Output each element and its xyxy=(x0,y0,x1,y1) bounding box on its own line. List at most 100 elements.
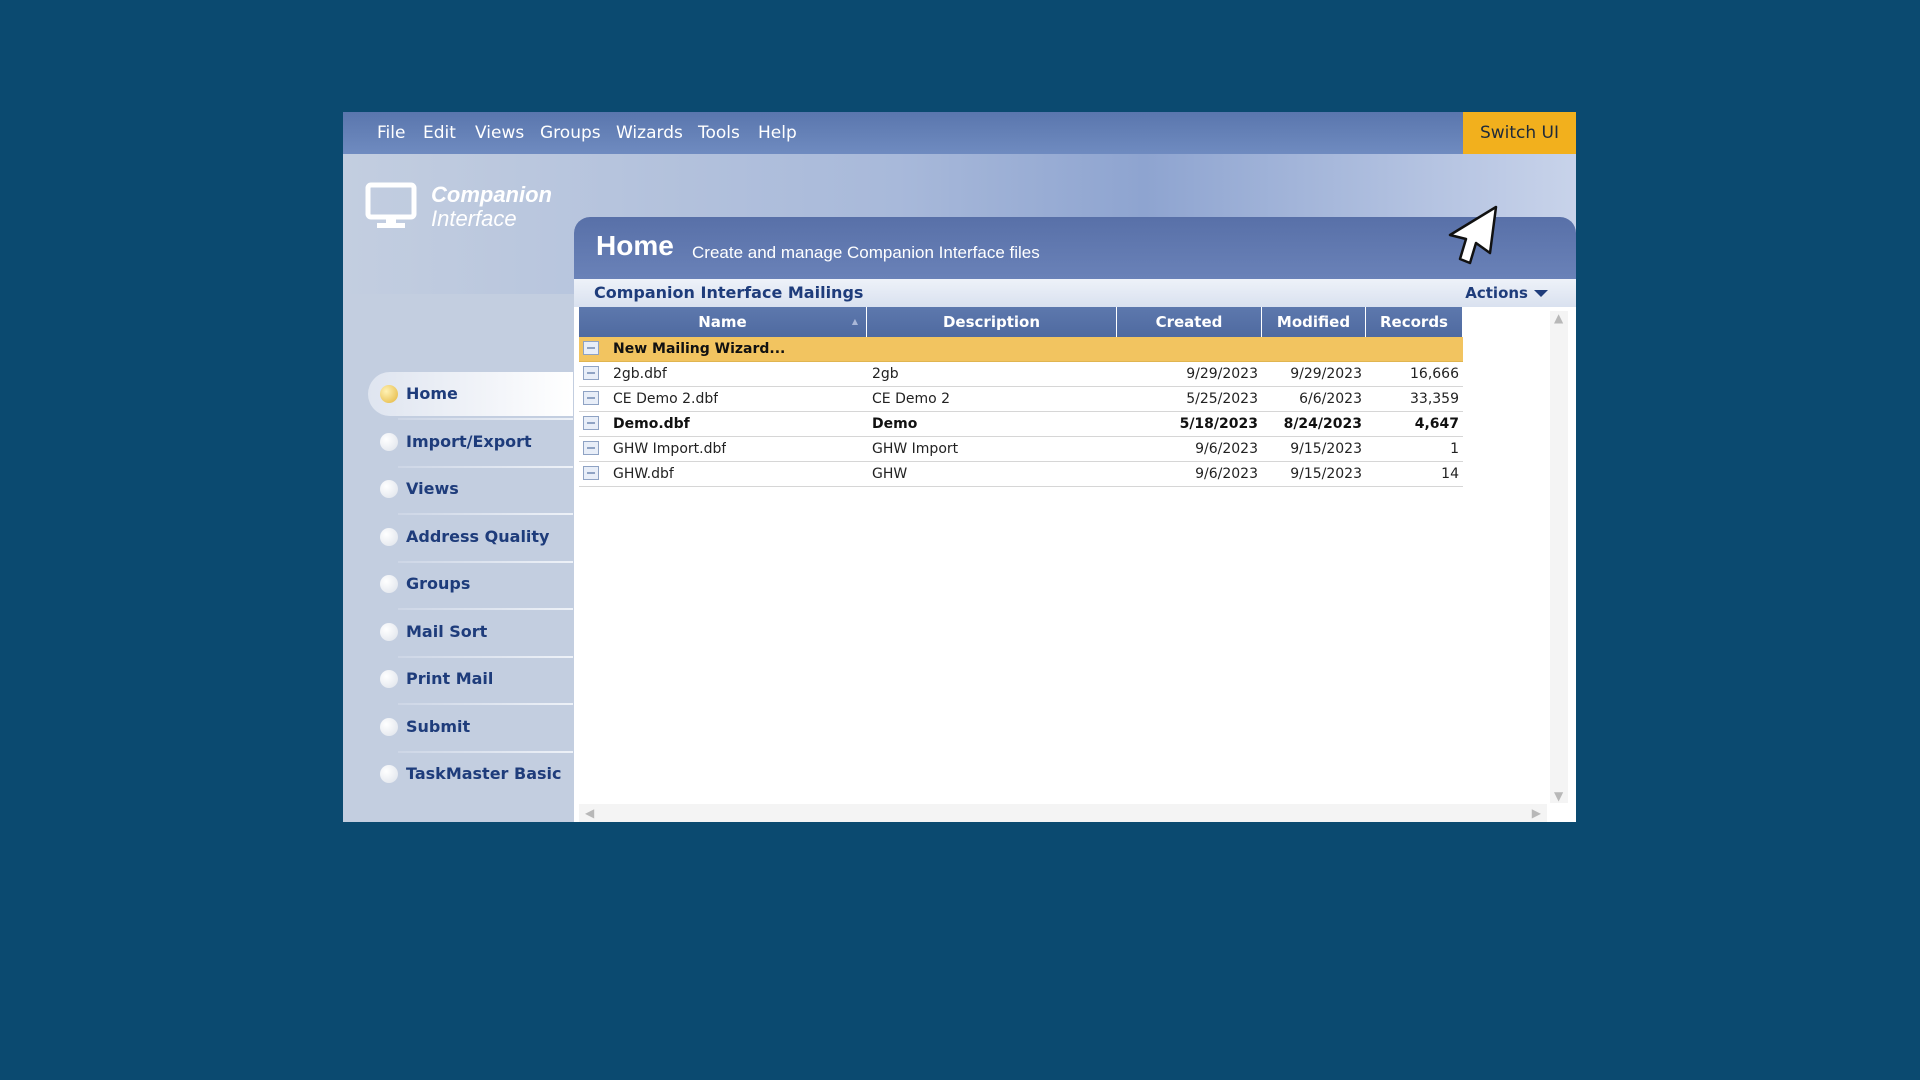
file-icon xyxy=(583,441,599,455)
cell-records: 1 xyxy=(1450,441,1459,457)
sidebar-item-print-mail[interactable]: Print Mail xyxy=(368,657,573,701)
table-row[interactable]: GHW Import.dbf GHW Import 9/6/2023 9/15/… xyxy=(579,437,1463,462)
cell-name: GHW Import.dbf xyxy=(613,441,727,457)
sidebar-item-label: Groups xyxy=(406,574,471,593)
cell-created: 9/29/2023 xyxy=(1186,366,1258,382)
sidebar-item-label: TaskMaster Basic xyxy=(406,764,562,783)
nav-bullet-icon xyxy=(380,575,398,593)
logo-text-interface: Interface xyxy=(431,206,517,231)
sidebar-item-label: Address Quality xyxy=(406,527,550,546)
menu-file[interactable]: File xyxy=(377,112,405,154)
actions-dropdown[interactable]: Actions xyxy=(1465,279,1548,307)
monitor-icon xyxy=(365,182,417,228)
file-icon xyxy=(583,391,599,405)
cell-modified: 8/24/2023 xyxy=(1283,416,1362,432)
table-row[interactable]: CE Demo 2.dbf CE Demo 2 5/25/2023 6/6/20… xyxy=(579,387,1463,412)
column-header-label: Records xyxy=(1380,313,1448,331)
cell-records: 33,359 xyxy=(1410,391,1459,407)
table-row[interactable]: Demo.dbf Demo 5/18/2023 8/24/2023 4,647 xyxy=(579,412,1463,437)
mouse-pointer-icon xyxy=(1448,205,1498,265)
menu-groups[interactable]: Groups xyxy=(540,112,601,154)
column-header-name[interactable]: Name ▲ xyxy=(579,307,867,337)
cell-name: CE Demo 2.dbf xyxy=(613,391,719,407)
menu-help[interactable]: Help xyxy=(758,112,797,154)
cell-modified: 9/15/2023 xyxy=(1290,441,1362,457)
column-header-records[interactable]: Records xyxy=(1366,307,1463,337)
sidebar-item-mail-sort[interactable]: Mail Sort xyxy=(368,610,573,654)
cell-created: 5/18/2023 xyxy=(1179,416,1258,432)
sidebar-item-label: Mail Sort xyxy=(406,622,488,641)
wizard-label: New Mailing Wizard... xyxy=(613,341,786,357)
cell-description: Demo xyxy=(872,416,918,432)
cell-description: CE Demo 2 xyxy=(872,391,951,407)
file-icon xyxy=(583,416,599,430)
page-subtitle: Create and manage Companion Interface fi… xyxy=(692,243,1040,262)
column-header-modified[interactable]: Modified xyxy=(1262,307,1366,337)
sidebar-item-groups[interactable]: Groups xyxy=(368,562,573,606)
sidebar-item-address-quality[interactable]: Address Quality xyxy=(368,515,573,559)
cell-modified: 6/6/2023 xyxy=(1299,391,1362,407)
column-header-created[interactable]: Created xyxy=(1117,307,1262,337)
new-mailing-wizard-row[interactable]: New Mailing Wizard... xyxy=(579,337,1463,362)
table-row[interactable]: 2gb.dbf 2gb 9/29/2023 9/29/2023 16,666 xyxy=(579,362,1463,387)
horizontal-scrollbar[interactable]: ◀ ▶ xyxy=(579,804,1547,822)
cell-created: 9/6/2023 xyxy=(1195,441,1258,457)
vertical-scrollbar[interactable]: ▲ ▼ xyxy=(1550,311,1568,803)
nav-bullet-icon xyxy=(380,385,398,403)
cell-name: GHW.dbf xyxy=(613,466,674,482)
file-icon xyxy=(583,366,599,380)
nav-bullet-icon xyxy=(380,480,398,498)
actions-label: Actions xyxy=(1465,284,1528,302)
section-title: Companion Interface Mailings xyxy=(594,283,864,302)
nav-bullet-icon xyxy=(380,718,398,736)
column-header-label: Name xyxy=(698,313,747,331)
scroll-left-icon[interactable]: ◀ xyxy=(585,806,594,820)
scroll-up-icon[interactable]: ▲ xyxy=(1554,311,1563,325)
table-header: Name ▲ Description Created Modified Recor… xyxy=(579,307,1463,337)
sort-ascending-icon: ▲ xyxy=(851,317,858,326)
scroll-down-icon[interactable]: ▼ xyxy=(1554,789,1563,803)
column-header-label: Modified xyxy=(1276,313,1351,331)
scroll-right-icon[interactable]: ▶ xyxy=(1532,806,1541,820)
cell-created: 5/25/2023 xyxy=(1186,391,1258,407)
menu-edit[interactable]: Edit xyxy=(423,112,456,154)
file-icon xyxy=(583,466,599,480)
menu-tools[interactable]: Tools xyxy=(698,112,740,154)
sidebar-item-views[interactable]: Views xyxy=(368,467,573,511)
sidebar-item-home[interactable]: Home xyxy=(368,372,573,416)
menu-views[interactable]: Views xyxy=(475,112,524,154)
cell-name: Demo.dbf xyxy=(613,416,690,432)
cell-description: 2gb xyxy=(872,366,899,382)
table-row[interactable]: GHW.dbf GHW 9/6/2023 9/15/2023 14 xyxy=(579,462,1463,487)
section-bar: Companion Interface Mailings Actions xyxy=(574,279,1576,307)
sidebar-item-import-export[interactable]: Import/Export xyxy=(368,420,573,464)
cell-name: 2gb.dbf xyxy=(613,366,667,382)
cell-modified: 9/29/2023 xyxy=(1290,366,1362,382)
nav-bullet-icon xyxy=(380,528,398,546)
sidebar-item-label: Home xyxy=(406,384,458,403)
cell-records: 4,647 xyxy=(1414,416,1459,432)
sidebar-item-label: Print Mail xyxy=(406,669,494,688)
page-title: Home xyxy=(596,230,674,261)
cell-records: 14 xyxy=(1441,466,1459,482)
cell-created: 9/6/2023 xyxy=(1195,466,1258,482)
switch-ui-button[interactable]: Switch UI xyxy=(1463,112,1576,154)
nav-bullet-icon xyxy=(380,623,398,641)
cell-description: GHW xyxy=(872,466,908,482)
menu-wizards[interactable]: Wizards xyxy=(616,112,683,154)
sidebar-item-label: Submit xyxy=(406,717,471,736)
column-header-label: Description xyxy=(942,313,1041,331)
main-panel: Home Create and manage Companion Interfa… xyxy=(574,217,1576,822)
sidebar-item-label: Import/Export xyxy=(406,432,532,451)
column-header-description[interactable]: Description xyxy=(867,307,1117,337)
sidebar-item-label: Views xyxy=(406,479,459,498)
sidebar-item-submit[interactable]: Submit xyxy=(368,705,573,749)
cell-records: 16,666 xyxy=(1410,366,1459,382)
sidebar-item-taskmaster-basic[interactable]: TaskMaster Basic xyxy=(368,752,573,796)
mailings-table: Name ▲ Description Created Modified Recor… xyxy=(579,307,1463,487)
column-header-label: Created xyxy=(1155,313,1223,331)
nav-bullet-icon xyxy=(380,765,398,783)
logo-text-companion: Companion xyxy=(431,182,552,207)
caret-down-icon xyxy=(1534,290,1548,297)
cell-modified: 9/15/2023 xyxy=(1290,466,1362,482)
